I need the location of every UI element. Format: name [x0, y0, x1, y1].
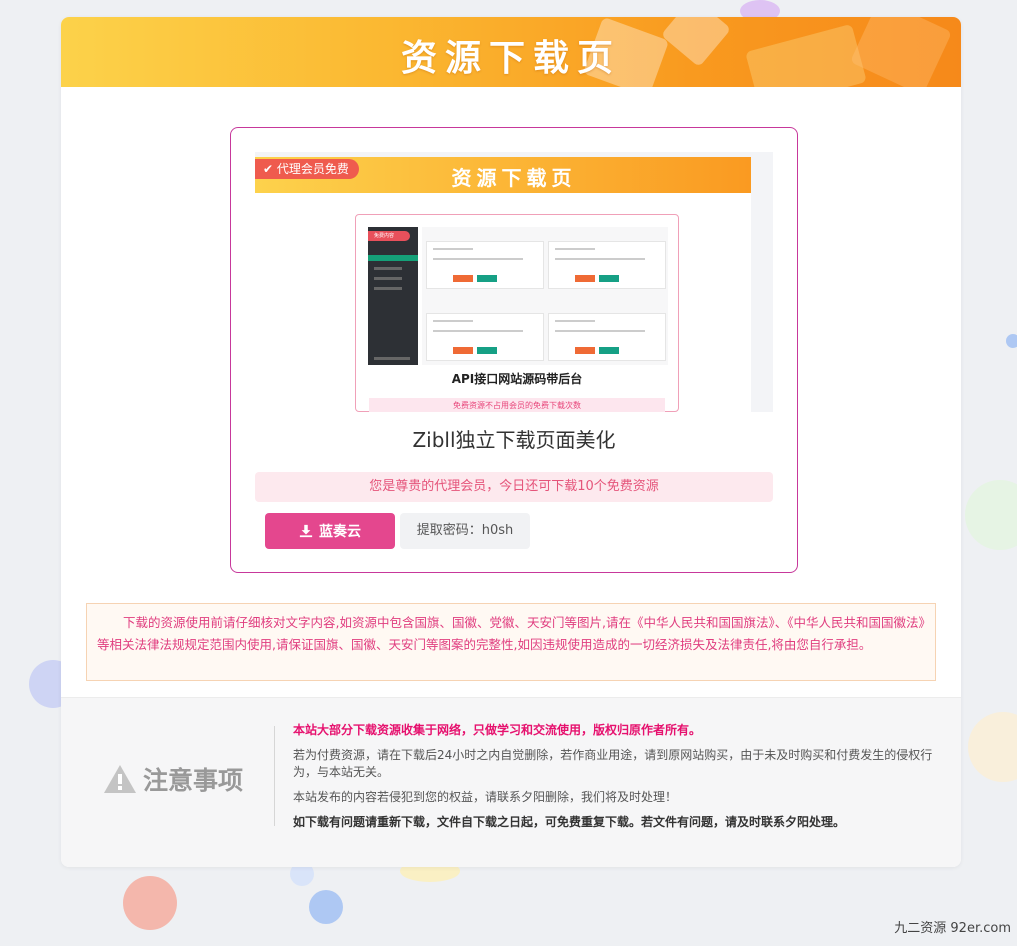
preview-main: [422, 227, 668, 365]
notice-line: 本站发布的内容若侵犯到您的权益，请联系夕阳删除，我们将及时处理！: [293, 790, 678, 804]
notice-line: 本站大部分下载资源收集于网络，只做学习和交流使用，版权归原作者所有。: [293, 723, 702, 737]
site-watermark: 九二资源 92er.com: [894, 921, 1011, 936]
notice-body: 本站大部分下载资源收集于网络，只做学习和交流使用，版权归原作者所有。 若为付费资…: [293, 722, 938, 839]
download-button-label: 蓝奏云: [319, 524, 361, 540]
bg-bubble: [1006, 334, 1017, 348]
notice-divider: [274, 726, 275, 826]
extraction-password[interactable]: 提取密码：h0sh: [400, 513, 530, 549]
preview-sidebar: 免费内容: [368, 227, 418, 365]
check-icon: ✔: [263, 162, 274, 176]
resource-preview-image[interactable]: 资源下载页 ✔ 代理会员免费 免费内容 API接口网站源码带后台 免费资源不占用…: [255, 152, 773, 412]
preview-badge-label: 代理会员免费: [276, 162, 349, 176]
warning-icon: [104, 765, 136, 793]
preview-sidebar-badge: 免费内容: [368, 231, 410, 241]
preview-badge: ✔ 代理会员免费: [255, 159, 359, 179]
preview-caption: API接口网站源码带后台: [451, 372, 583, 386]
resource-box: 资源下载页 ✔ 代理会员免费 免费内容 API接口网站源码带后台 免费资源不占用…: [230, 127, 798, 573]
download-card: 资源下载页 资源下载页 ✔ 代理会员免费 免费内容 API接口网站源码带后台 免…: [61, 17, 961, 867]
notice-title: 注意事项: [143, 766, 244, 795]
bg-bubble: [123, 876, 177, 930]
legal-notice: 下载的资源使用前请仔细核对文字内容,如资源中包含国旗、国徽、党徽、天安门等图片,…: [86, 603, 936, 681]
notice-section: 注意事项 本站大部分下载资源收集于网络，只做学习和交流使用，版权归原作者所有。 …: [61, 697, 961, 867]
notice-line: 若为付费资源，请在下载后24小时之内自觉删除，若作商业用途，请到原网站购买，由于…: [293, 748, 933, 779]
page-title: 资源下载页: [400, 38, 621, 79]
preview-sidebar-active: [368, 255, 418, 261]
download-icon: [299, 524, 313, 538]
bg-bubble: [309, 890, 343, 924]
bg-bubble: [968, 712, 1017, 782]
download-button[interactable]: 蓝奏云: [265, 513, 395, 549]
notice-heading: 注意事项: [103, 761, 243, 797]
resource-title: Zibll独立下载页面美化: [412, 428, 616, 452]
preview-sidebar-badge-label: 免费内容: [374, 233, 395, 239]
member-notice: 您是尊贵的代理会员，今日还可下载10个免费资源: [255, 472, 773, 502]
page-banner: 资源下载页: [61, 17, 961, 87]
notice-line: 如下载有问题请重新下载，文件自下载之日起，可免费重复下载。若文件有问题，请及时联…: [293, 815, 846, 829]
bg-bubble: [965, 480, 1017, 550]
preview-strip: 免费资源不占用会员的免费下载次数: [369, 398, 665, 412]
